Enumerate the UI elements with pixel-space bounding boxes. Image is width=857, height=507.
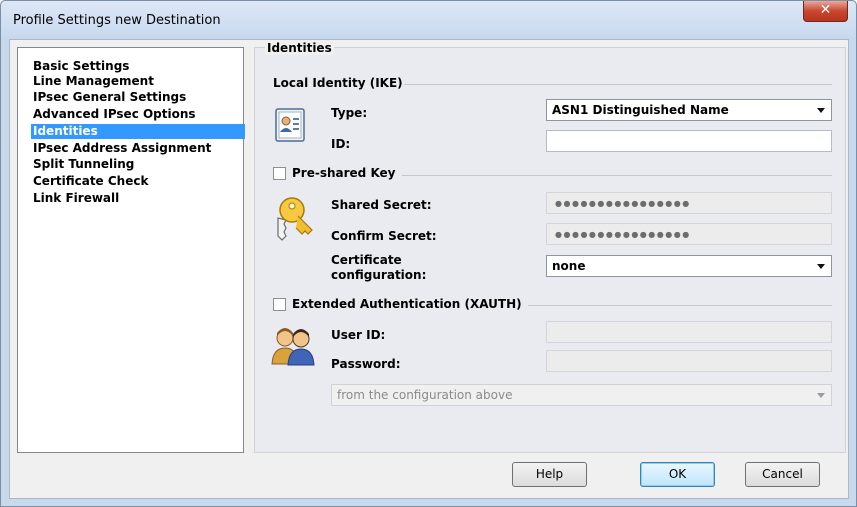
confirm-secret-label: Confirm Secret:	[331, 229, 437, 243]
cancel-button[interactable]: Cancel	[745, 462, 820, 487]
ok-button[interactable]: OK	[640, 462, 715, 487]
nav-item-split-tunneling[interactable]: Split Tunneling	[33, 157, 134, 172]
xauth-label[interactable]: Extended Authentication (XAUTH)	[292, 297, 522, 311]
help-button-label: Help	[535, 467, 564, 481]
nav-item-identities[interactable]: Identities	[31, 124, 245, 139]
confirm-secret-mask: ●●●●●●●●●●●●●●●●	[555, 230, 691, 239]
xauth-divider	[528, 305, 832, 306]
type-select[interactable]: ASN1 Distinguished Name	[546, 99, 832, 121]
user-id-input[interactable]	[546, 321, 832, 343]
psk-divider	[402, 175, 832, 176]
nav-item-certificate-check[interactable]: Certificate Check	[33, 174, 148, 189]
window-title: Profile Settings new Destination	[13, 13, 221, 28]
nav-item-link-firewall[interactable]: Link Firewall	[33, 191, 119, 206]
local-identity-divider	[404, 84, 832, 85]
panel-title: Identities	[265, 41, 334, 55]
cert-config-select[interactable]: none	[546, 255, 832, 277]
user-id-label: User ID:	[331, 328, 386, 342]
ok-button-label: OK	[668, 467, 687, 481]
shared-secret-input[interactable]: ●●●●●●●●●●●●●●●●	[546, 192, 832, 214]
confirm-secret-input[interactable]: ●●●●●●●●●●●●●●●●	[546, 223, 832, 245]
nav-item-basic-settings[interactable]: Basic Settings	[33, 59, 129, 74]
chevron-down-icon	[817, 108, 825, 113]
type-label: Type:	[331, 106, 368, 120]
chevron-down-icon	[817, 264, 825, 269]
cancel-button-label: Cancel	[762, 467, 803, 481]
pre-shared-key-checkbox[interactable]	[273, 167, 286, 180]
chevron-down-icon	[817, 393, 825, 398]
id-label: ID:	[331, 137, 351, 151]
id-card-icon	[275, 108, 305, 142]
key-icon	[277, 197, 313, 241]
password-label: Password:	[331, 357, 401, 371]
xauth-checkbox[interactable]	[273, 298, 286, 311]
local-identity-header: Local Identity (IKE)	[273, 76, 403, 90]
xauth-source-select[interactable]: from the configuration above	[331, 384, 832, 406]
cert-config-label-line1: Certificate	[331, 253, 402, 267]
settings-nav-list[interactable]: Basic Settings Line Management IPsec Gen…	[17, 47, 245, 453]
close-icon: ✕	[819, 2, 832, 18]
close-button[interactable]: ✕	[803, 1, 848, 22]
shared-secret-mask: ●●●●●●●●●●●●●●●●	[555, 199, 691, 208]
xauth-source-select-value: from the configuration above	[337, 388, 513, 402]
cert-config-label-line2: configuration:	[331, 268, 427, 282]
nav-item-advanced-ipsec-options[interactable]: Advanced IPsec Options	[33, 107, 196, 122]
cert-config-select-value: none	[552, 259, 586, 273]
nav-item-line-management[interactable]: Line Management	[33, 74, 154, 89]
password-input[interactable]	[546, 350, 832, 372]
pre-shared-key-label[interactable]: Pre-shared Key	[292, 166, 396, 180]
id-input[interactable]	[546, 130, 832, 152]
title-bar[interactable]: Profile Settings new Destination ✕	[1, 1, 856, 39]
nav-item-ipsec-general-settings[interactable]: IPsec General Settings	[33, 90, 186, 105]
help-button[interactable]: Help	[512, 462, 587, 487]
type-select-value: ASN1 Distinguished Name	[552, 103, 729, 117]
users-icon	[271, 328, 315, 366]
shared-secret-label: Shared Secret:	[331, 198, 432, 212]
nav-item-ipsec-address-assignment[interactable]: IPsec Address Assignment	[33, 141, 211, 156]
